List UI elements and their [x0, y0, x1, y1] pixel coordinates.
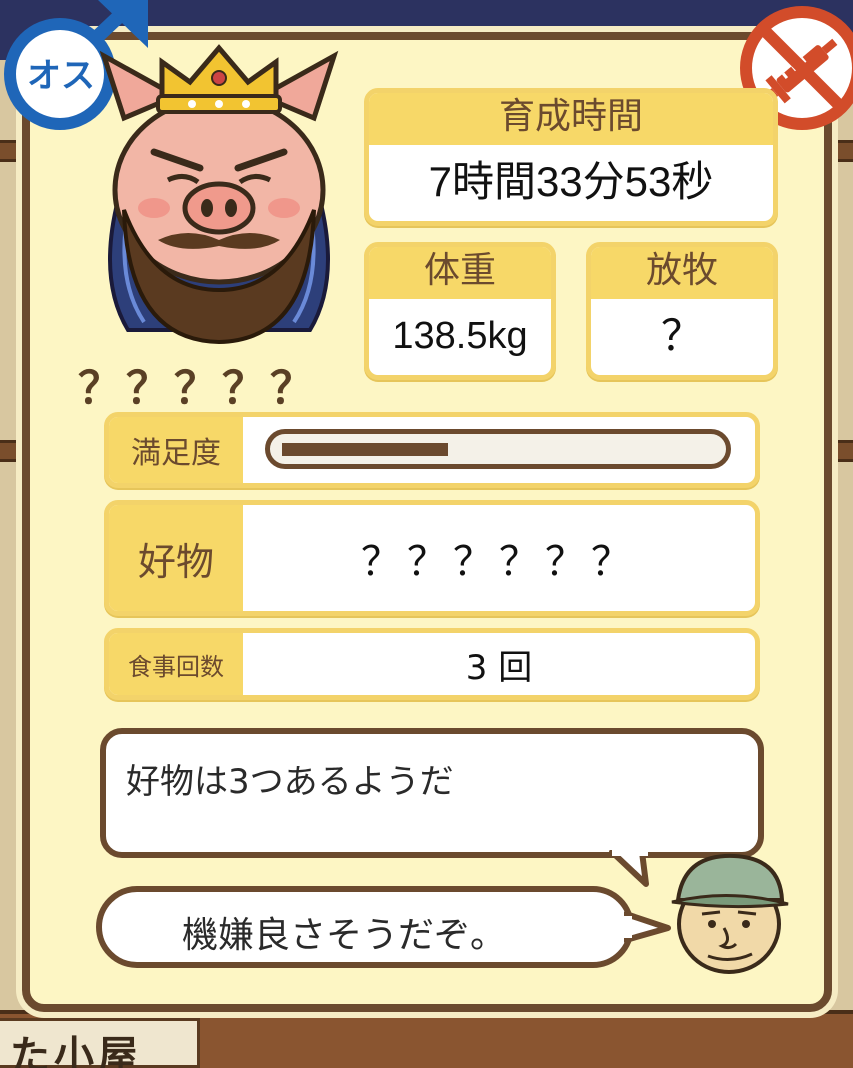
satisfaction-meter-fill [282, 443, 448, 456]
pig-king-portrait [99, 44, 339, 345]
grazing-value: ？ [660, 312, 703, 359]
pig-name: ？？？？？ [78, 363, 318, 414]
hint-message: 好物は3つあるようだ [126, 762, 454, 802]
satisfaction-row: 満足度 [104, 412, 760, 488]
hint-speech-bubble: 好物は3つあるようだ [100, 728, 764, 858]
meal-count-value: 3 回 [465, 647, 533, 688]
satisfaction-meter [265, 429, 731, 469]
favorite-food-row: 好物 ？？？？？？ [104, 500, 760, 616]
hint-bubble-tail [609, 850, 649, 887]
growth-time-value: 7時間33分53秒 [428, 158, 714, 205]
barn-sign: た小屋 [0, 1018, 200, 1068]
favorite-food-label: 好物 [109, 505, 243, 611]
farmer-avatar [664, 848, 794, 976]
grazing-label: 放牧 [591, 247, 773, 299]
weight-label: 体重 [369, 247, 551, 299]
meal-count-label: 食事回数 [109, 633, 243, 695]
weight-value: 138.5kg [392, 315, 528, 357]
meal-count-row: 食事回数 3 回 [104, 628, 760, 700]
grazing-box: 放牧 ？ [586, 242, 778, 380]
satisfaction-meter-area [243, 417, 755, 483]
favorite-food-value: ？？？？？？ [361, 539, 637, 585]
farmer-message: 機嫌良さそうだぞ。 [182, 915, 507, 956]
growth-time-box: 育成時間 7時間33分53秒 [364, 88, 778, 226]
satisfaction-label: 満足度 [109, 417, 243, 483]
pig-portrait [88, 40, 350, 360]
weight-box: 体重 138.5kg [364, 242, 556, 380]
farmer-speech-bubble: 機嫌良さそうだぞ。 [96, 886, 634, 968]
growth-time-label: 育成時間 [369, 93, 773, 145]
farmer-icon [671, 853, 789, 974]
